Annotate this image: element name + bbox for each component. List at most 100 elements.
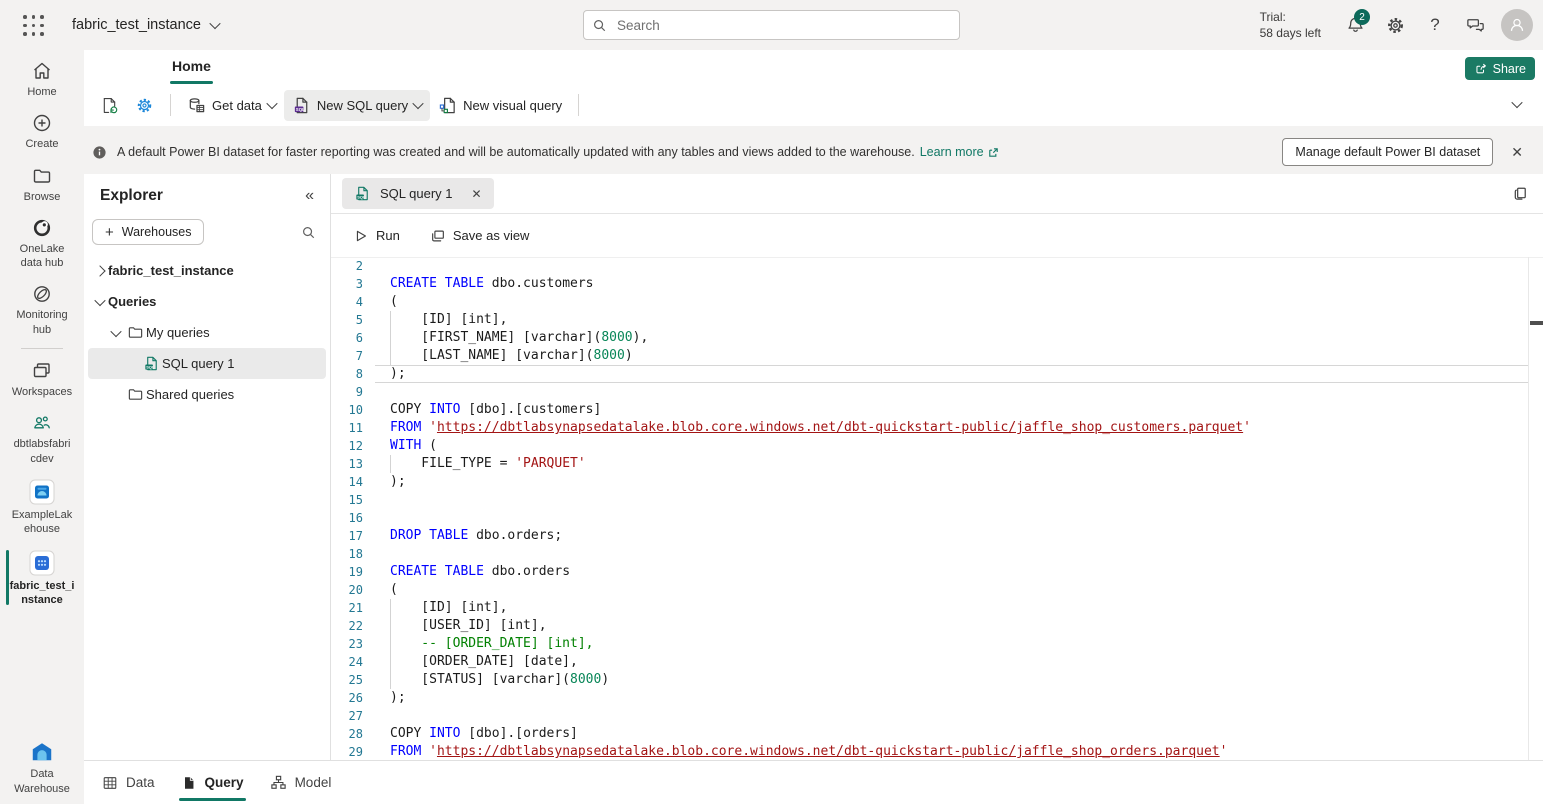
close-tab-button[interactable]: ✕ <box>472 187 482 201</box>
code-line-29[interactable]: 29FROM 'https://dbtlabsynapsedatalake.bl… <box>331 743 1543 760</box>
code-line-17[interactable]: 17DROP TABLE dbo.orders; <box>331 527 1543 545</box>
code-line-28[interactable]: 28COPY INTO [dbo].[orders] <box>331 725 1543 743</box>
query-action-bar: Run Save as view <box>331 214 1543 258</box>
sql-editor[interactable]: 23CREATE TABLE dbo.customers4(5 [ID] [in… <box>331 257 1543 760</box>
code-line-12[interactable]: 12WITH ( <box>331 437 1543 455</box>
sql-file-icon: SQL <box>140 355 162 372</box>
sidebar-item-onelake-data-hub[interactable]: OneLakedata hub <box>0 217 84 271</box>
explorer-search-icon[interactable] <box>301 225 316 240</box>
tree-item-shared-queries[interactable]: Shared queries <box>88 379 326 410</box>
line-content: [LAST_NAME] [varchar](8000) <box>363 347 633 365</box>
plus-icon: + <box>105 224 114 241</box>
account-avatar[interactable] <box>1501 9 1533 41</box>
close-banner-button[interactable]: ✕ <box>1503 140 1531 165</box>
line-number: 17 <box>331 527 363 545</box>
feedback-button[interactable] <box>1455 5 1495 45</box>
code-line-10[interactable]: 10COPY INTO [dbo].[customers] <box>331 401 1543 419</box>
sidebar-item-data-warehouse[interactable]: DataWarehouse <box>0 740 84 796</box>
refresh-dataset-button[interactable] <box>92 90 127 121</box>
view-tab-data[interactable]: Data <box>102 761 155 804</box>
help-button[interactable]: ? <box>1415 5 1455 45</box>
save-as-view-button[interactable]: Save as view <box>422 222 538 250</box>
data-view-icon <box>102 775 118 791</box>
code-line-8[interactable]: 8); <box>331 365 1543 383</box>
overview-ruler[interactable] <box>1528 257 1529 760</box>
warehouses-button[interactable]: + Warehouses <box>92 219 204 245</box>
sidebar-item-dbtlabsfabricdev[interactable]: dbtlabsfabricdev <box>0 412 84 466</box>
tab-sql-query-1[interactable]: SQL SQL query 1 ✕ <box>342 178 494 209</box>
notifications-button[interactable]: 2 <box>1335 5 1375 45</box>
line-number: 5 <box>331 311 363 329</box>
code-line-2[interactable]: 2 <box>331 257 1543 275</box>
code-line-22[interactable]: 22 [USER_ID] [int], <box>331 617 1543 635</box>
chevron-down-icon <box>108 329 124 337</box>
new-sql-query-button[interactable]: SQL New SQL query <box>284 90 430 121</box>
code-line-11[interactable]: 11FROM 'https://dbtlabsynapsedatalake.bl… <box>331 419 1543 437</box>
sidebar-item-monitoring-hub[interactable]: Monitoringhub <box>0 283 84 337</box>
examplelakehouse-icon <box>29 479 55 505</box>
collapse-ribbon-button[interactable] <box>1505 94 1529 114</box>
sidebar-item-browse[interactable]: Browse <box>0 165 84 204</box>
code-line-21[interactable]: 21 [ID] [int], <box>331 599 1543 617</box>
tree-item-fabric-test-instance[interactable]: fabric_test_instance <box>88 255 326 286</box>
tab-home[interactable]: Home <box>170 50 213 84</box>
sidebar-item-label: fabric_test_instance <box>10 579 75 608</box>
sidebar-item-workspaces[interactable]: Workspaces <box>0 360 84 399</box>
view-tab-model[interactable]: Model <box>270 761 332 804</box>
line-content: [ID] [int], <box>363 599 507 617</box>
code-line-27[interactable]: 27 <box>331 707 1543 725</box>
code-line-25[interactable]: 25 [STATUS] [varchar](8000) <box>331 671 1543 689</box>
sidebar-item-fabric-test-instance[interactable]: fabric_test_instance <box>0 550 84 608</box>
search-input[interactable] <box>615 17 951 34</box>
chevron-down-icon <box>1511 97 1522 108</box>
ribbon-tab-strip: Home Share <box>84 50 1543 84</box>
code-line-4[interactable]: 4( <box>331 293 1543 311</box>
tree-item-queries[interactable]: Queries <box>88 286 326 317</box>
code-line-3[interactable]: 3CREATE TABLE dbo.customers <box>331 275 1543 293</box>
share-icon <box>1474 62 1488 76</box>
tree-item-my-queries[interactable]: My queries <box>88 317 326 348</box>
explorer-tree: fabric_test_instanceQueriesMy queriesSQL… <box>84 255 330 410</box>
code-line-15[interactable]: 15 <box>331 491 1543 509</box>
collapse-explorer-button[interactable]: « <box>305 187 314 205</box>
code-line-6[interactable]: 6 [FIRST_NAME] [varchar](8000), <box>331 329 1543 347</box>
code-line-7[interactable]: 7 [LAST_NAME] [varchar](8000) <box>331 347 1543 365</box>
code-line-13[interactable]: 13 FILE_TYPE = 'PARQUET' <box>331 455 1543 473</box>
new-visual-query-button[interactable]: New visual query <box>430 90 570 121</box>
sidebar-item-label: dbtlabsfabricdev <box>14 437 71 466</box>
code-line-26[interactable]: 26); <box>331 689 1543 707</box>
manage-default-dataset-button[interactable]: Manage default Power BI dataset <box>1282 138 1493 166</box>
code-line-23[interactable]: 23 -- [ORDER_DATE] [int], <box>331 635 1543 653</box>
sql-file-icon: SQL <box>354 185 371 202</box>
tree-item-sql-query-1[interactable]: SQLSQL query 1 <box>88 348 326 379</box>
home-icon <box>31 60 53 82</box>
sidebar-item-examplelakehouse[interactable]: ExampleLakehouse <box>0 479 84 537</box>
app-launcher-icon[interactable] <box>22 14 46 38</box>
run-button[interactable]: Run <box>345 222 408 250</box>
code-line-24[interactable]: 24 [ORDER_DATE] [date], <box>331 653 1543 671</box>
line-number: 3 <box>331 275 363 293</box>
line-content <box>363 257 390 275</box>
code-line-9[interactable]: 9 <box>331 383 1543 401</box>
workspace-switcher[interactable]: fabric_test_instance <box>72 0 219 50</box>
code-line-18[interactable]: 18 <box>331 545 1543 563</box>
code-line-19[interactable]: 19CREATE TABLE dbo.orders <box>331 563 1543 581</box>
copy-icon[interactable] <box>1512 184 1529 201</box>
line-content: ( <box>363 581 398 599</box>
search-box[interactable] <box>583 10 960 40</box>
view-tab-query[interactable]: Query <box>181 761 244 804</box>
sidebar-item-create[interactable]: Create <box>0 112 84 151</box>
code-line-14[interactable]: 14); <box>331 473 1543 491</box>
code-line-20[interactable]: 20( <box>331 581 1543 599</box>
info-icon <box>92 145 107 160</box>
warehouse-settings-button[interactable] <box>127 90 162 121</box>
get-data-button[interactable]: Get data <box>179 90 284 121</box>
settings-button[interactable] <box>1375 5 1415 45</box>
share-button[interactable]: Share <box>1465 57 1535 80</box>
sidebar-item-label: Home <box>27 85 56 99</box>
indent-guide <box>390 329 391 347</box>
code-line-16[interactable]: 16 <box>331 509 1543 527</box>
sidebar-item-home[interactable]: Home <box>0 60 84 99</box>
code-line-5[interactable]: 5 [ID] [int], <box>331 311 1543 329</box>
learn-more-link[interactable]: Learn more <box>920 145 1000 159</box>
